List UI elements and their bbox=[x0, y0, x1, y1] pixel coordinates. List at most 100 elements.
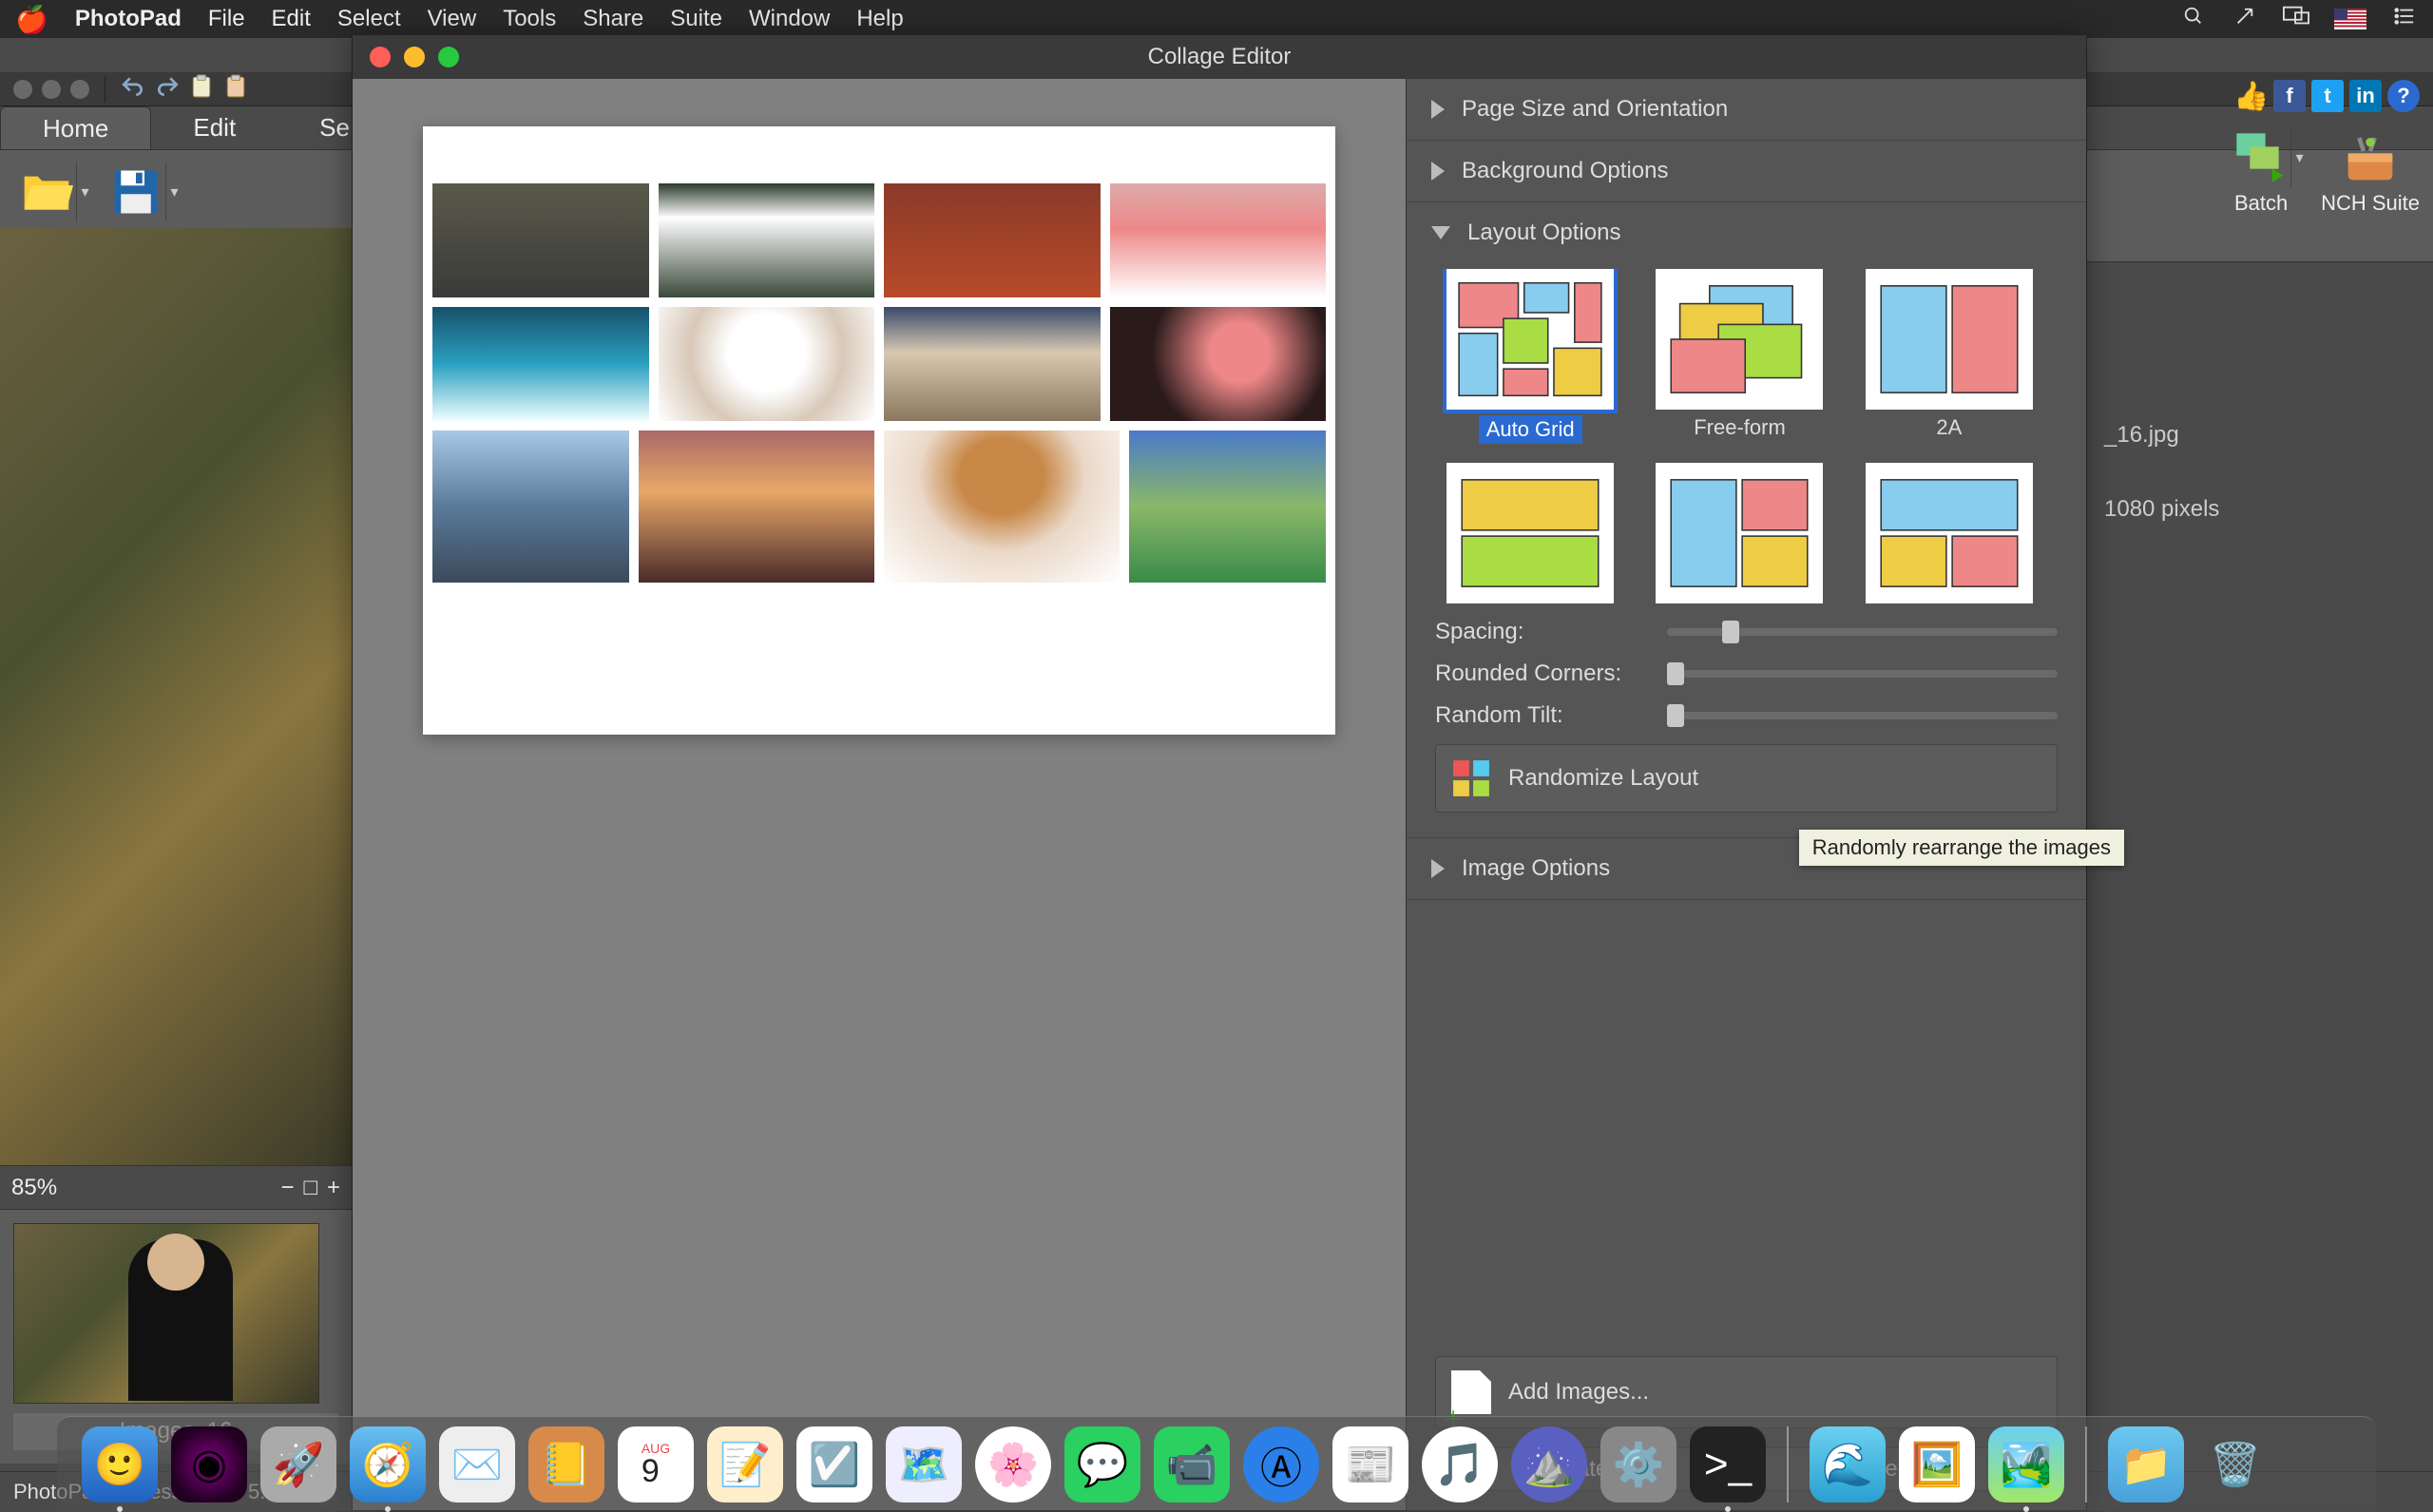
randomize-layout-button[interactable]: Randomize Layout bbox=[1435, 744, 2058, 813]
macos-menubar: 🍎 PhotoPad File Edit Select View Tools S… bbox=[0, 0, 2433, 38]
dock-notes-icon[interactable]: 📝 bbox=[707, 1426, 783, 1502]
dock-siri-icon[interactable]: ◉ bbox=[171, 1426, 247, 1502]
dock-reminders-icon[interactable]: ☑️ bbox=[796, 1426, 872, 1502]
dock-photopad-icon[interactable]: 🏞️ bbox=[1988, 1426, 2064, 1502]
collage-editor-window: Collage Editor bbox=[352, 34, 2087, 1511]
dock-itunes-icon[interactable]: 🎵 bbox=[1422, 1426, 1498, 1502]
linkedin-icon[interactable]: in bbox=[2349, 80, 2382, 112]
collage-canvas-area[interactable] bbox=[353, 79, 1406, 1510]
redo-icon[interactable] bbox=[155, 74, 180, 104]
dock-contacts-icon[interactable]: 📒 bbox=[528, 1426, 604, 1502]
zoom-in-icon[interactable]: + bbox=[327, 1175, 340, 1201]
collage-item bbox=[1129, 431, 1326, 583]
layout-option[interactable] bbox=[1644, 463, 1834, 603]
section-page-size[interactable]: Page Size and Orientation bbox=[1407, 79, 2086, 140]
dock-appstore-icon[interactable]: Ⓐ bbox=[1243, 1426, 1319, 1502]
nch-suite-button[interactable]: NCH Suite bbox=[2321, 128, 2420, 216]
menu-suite[interactable]: Suite bbox=[670, 6, 722, 32]
section-layout[interactable]: Layout Options bbox=[1407, 202, 2086, 263]
add-image-icon: ＋ bbox=[1451, 1370, 1491, 1414]
twitter-icon[interactable]: t bbox=[2311, 80, 2344, 112]
section-background[interactable]: Background Options bbox=[1407, 141, 2086, 201]
batch-dropdown[interactable]: ▾ bbox=[2290, 128, 2308, 187]
traffic-close-icon[interactable] bbox=[13, 80, 32, 99]
flag-us-icon[interactable] bbox=[2334, 9, 2366, 29]
traffic-zoom-icon[interactable] bbox=[70, 80, 89, 99]
modal-titlebar[interactable]: Collage Editor bbox=[353, 35, 2086, 79]
dock-trash-icon[interactable]: 🗑️ bbox=[2197, 1426, 2273, 1502]
dock-app-icon[interactable]: ⛰️ bbox=[1511, 1426, 1587, 1502]
dock-messages-icon[interactable]: 💬 bbox=[1064, 1426, 1140, 1502]
zoom-level: 85% bbox=[11, 1175, 57, 1201]
menu-view[interactable]: View bbox=[428, 6, 477, 32]
share-icon[interactable] bbox=[2232, 6, 2258, 33]
menu-edit[interactable]: Edit bbox=[272, 6, 311, 32]
dock-downloads-icon[interactable]: 📁 bbox=[2108, 1426, 2184, 1502]
thumbnail[interactable] bbox=[13, 1223, 319, 1404]
tab-edit[interactable]: Edit bbox=[151, 106, 278, 149]
dock-terminal-icon[interactable]: >_ bbox=[1690, 1426, 1766, 1502]
dock-maps-icon[interactable]: 🗺️ bbox=[886, 1426, 962, 1502]
menu-help[interactable]: Help bbox=[856, 6, 903, 32]
displays-icon[interactable] bbox=[2283, 6, 2309, 33]
menu-app[interactable]: PhotoPad bbox=[75, 6, 182, 32]
traffic-min-icon[interactable] bbox=[42, 80, 61, 99]
collage-item bbox=[639, 431, 874, 583]
collage-item bbox=[432, 183, 649, 297]
collage-item bbox=[659, 183, 875, 297]
chevron-right-icon bbox=[1431, 859, 1445, 878]
layout-option[interactable] bbox=[1435, 463, 1625, 603]
tab-home[interactable]: Home bbox=[0, 106, 151, 149]
save-icon bbox=[106, 163, 165, 221]
dock-safari-icon[interactable]: 🧭 bbox=[350, 1426, 426, 1502]
paste-icon[interactable] bbox=[189, 74, 214, 104]
layout-option[interactable] bbox=[1854, 463, 2044, 603]
dock-item-icon[interactable]: 🖼️ bbox=[1899, 1426, 1975, 1502]
dock-finder-icon[interactable]: 🙂 bbox=[82, 1426, 158, 1502]
batch-button[interactable]: Batch bbox=[2232, 128, 2290, 216]
tilt-slider[interactable]: Random Tilt: bbox=[1435, 702, 2058, 729]
spacing-slider[interactable]: Spacing: bbox=[1435, 619, 2058, 645]
dock-launchpad-icon[interactable]: 🚀 bbox=[260, 1426, 336, 1502]
dock-facetime-icon[interactable]: 📹 bbox=[1154, 1426, 1230, 1502]
zoom-out-icon[interactable]: − bbox=[280, 1175, 294, 1201]
undo-icon[interactable] bbox=[121, 74, 145, 104]
search-icon[interactable] bbox=[2180, 6, 2207, 33]
apple-icon[interactable]: 🍎 bbox=[15, 4, 48, 35]
dock-calendar-icon[interactable]: AUG9 bbox=[618, 1426, 694, 1502]
collage-item bbox=[659, 307, 875, 421]
dock-settings-icon[interactable]: ⚙️ bbox=[1600, 1426, 1676, 1502]
open-dropdown[interactable]: ▾ bbox=[76, 163, 93, 221]
collage-item bbox=[432, 307, 649, 421]
menu-tools[interactable]: Tools bbox=[503, 6, 556, 32]
layout-option-2a[interactable]: 2A bbox=[1854, 269, 2044, 444]
chevron-right-icon bbox=[1431, 100, 1445, 119]
toolbox-icon bbox=[2341, 128, 2400, 187]
dock-photos-icon[interactable]: 🌸 bbox=[975, 1426, 1051, 1502]
menu-window[interactable]: Window bbox=[749, 6, 830, 32]
dock-mail-icon[interactable]: ✉️ bbox=[439, 1426, 515, 1502]
clipboard-icon[interactable] bbox=[223, 74, 248, 104]
menu-share[interactable]: Share bbox=[583, 6, 643, 32]
menu-select[interactable]: Select bbox=[337, 6, 401, 32]
help-icon[interactable]: ? bbox=[2387, 80, 2420, 112]
save-dropdown[interactable]: ▾ bbox=[165, 163, 182, 221]
layout-option-freeform[interactable]: Free-form bbox=[1644, 269, 1834, 444]
like-icon[interactable]: 👍 bbox=[2235, 80, 2268, 112]
menu-icon[interactable] bbox=[2391, 6, 2418, 33]
info-filename: _16.jpg bbox=[2104, 422, 2420, 449]
zoom-reset-icon[interactable]: □ bbox=[303, 1175, 317, 1201]
folder-open-icon bbox=[17, 163, 76, 221]
collage-item bbox=[884, 307, 1101, 421]
randomize-icon bbox=[1451, 758, 1491, 798]
menu-file[interactable]: File bbox=[208, 6, 245, 32]
image-preview[interactable] bbox=[0, 228, 352, 1165]
dock-item-icon[interactable]: 🌊 bbox=[1810, 1426, 1886, 1502]
macos-dock: 🙂 ◉ 🚀 🧭 ✉️ 📒 AUG9 📝 ☑️ 🗺️ 🌸 💬 📹 Ⓐ 📰 🎵 ⛰️… bbox=[57, 1416, 2376, 1511]
corners-slider[interactable]: Rounded Corners: bbox=[1435, 660, 2058, 687]
facebook-icon[interactable]: f bbox=[2273, 80, 2306, 112]
tab-more[interactable]: Se bbox=[278, 106, 357, 149]
dock-news-icon[interactable]: 📰 bbox=[1332, 1426, 1408, 1502]
chevron-down-icon bbox=[1431, 226, 1450, 239]
layout-option-autogrid[interactable]: Auto Grid bbox=[1435, 269, 1625, 444]
